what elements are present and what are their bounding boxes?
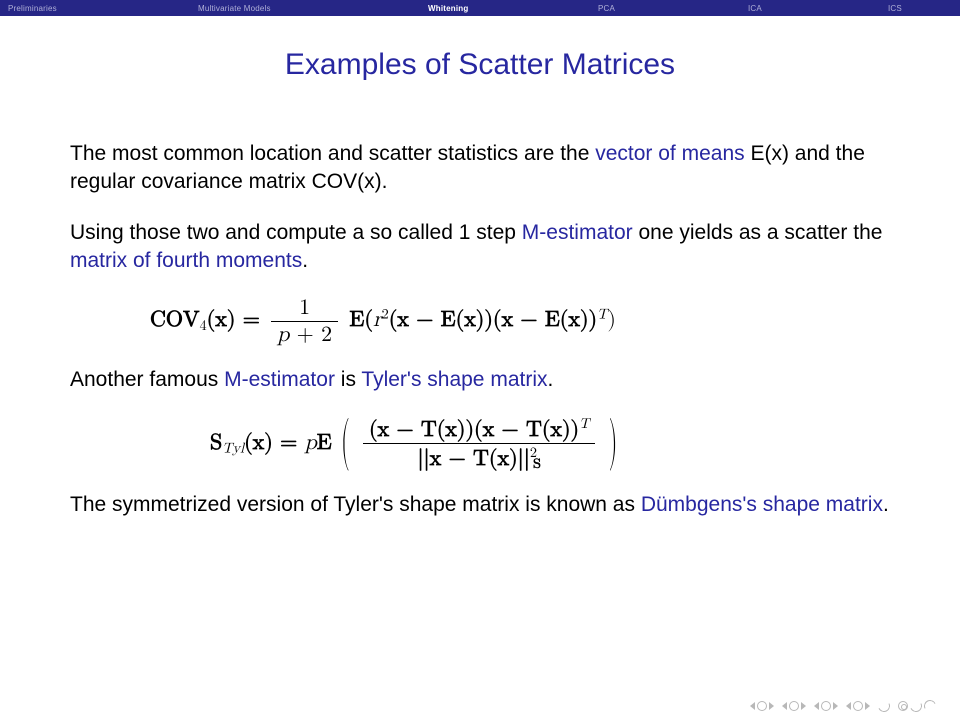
ring-icon: [853, 701, 863, 711]
paragraph-4: The symmetrized version of Tyler's shape…: [70, 491, 890, 519]
ring-icon: [821, 701, 831, 711]
eq-numerator: (x − T(x))(x − T(x))T: [363, 417, 595, 444]
triangle-left-icon: [846, 702, 851, 710]
beamer-footer-nav: [750, 700, 936, 712]
tab-whitening[interactable]: Whitening: [418, 4, 588, 13]
text: Another famous: [70, 368, 224, 391]
eq-text: 4: [200, 318, 207, 333]
tab-ics[interactable]: ICS: [878, 4, 960, 13]
slide-body: The most common location and scatter sta…: [70, 140, 890, 542]
triangle-right-icon: [865, 702, 870, 710]
text: The most common location and scatter sta…: [70, 142, 595, 165]
paragraph-1: The most common location and scatter sta…: [70, 140, 890, 197]
eq-fraction: (x − T(x))(x − T(x))T ||x − T(x)||2S: [363, 417, 595, 472]
eq-text: S: [533, 456, 541, 471]
eq-text: E(: [349, 310, 373, 332]
eq-text: r: [373, 310, 382, 332]
nav-group-4[interactable]: [846, 701, 870, 711]
triangle-right-icon: [801, 702, 806, 710]
nav-tabs: Preliminaries Multivariate Models Whiten…: [0, 0, 960, 16]
triangle-left-icon: [814, 702, 819, 710]
text: is: [335, 368, 361, 391]
term-m-estimator-2: M-estimator: [224, 368, 335, 391]
triangle-right-icon: [833, 702, 838, 710]
ring-icon: [789, 701, 799, 711]
eq-text: (x − E(x))(x − E(x)): [389, 310, 597, 332]
tab-preliminaries[interactable]: Preliminaries: [0, 4, 188, 13]
eq-text: + 2: [289, 324, 332, 346]
text: .: [883, 493, 889, 516]
eq-text: (x − T(x))(x − T(x)): [369, 419, 579, 441]
arc-icon: [876, 698, 891, 713]
eq-text: T: [579, 416, 589, 431]
eq-numerator: 1: [271, 297, 338, 322]
eq-text: p: [277, 324, 289, 346]
equation-tyler: STyl(x) = pE ( (x − T(x))(x − T(x))T ||x…: [210, 417, 890, 472]
paragraph-2: Using those two and compute a so called …: [70, 219, 890, 276]
term-fourth-moments: matrix of fourth moments: [70, 249, 302, 272]
eq-text: 2: [382, 307, 389, 322]
nav-group-1[interactable]: [750, 701, 774, 711]
term-vector-of-means: vector of means: [595, 142, 744, 165]
term-tyler-shape: Tyler's shape matrix: [361, 368, 547, 391]
eq-text: E: [317, 432, 332, 454]
arc-icon: [908, 698, 923, 713]
text: The symmetrized version of Tyler's shape…: [70, 493, 641, 516]
tab-multivariate-models[interactable]: Multivariate Models: [188, 4, 418, 13]
triangle-right-icon: [769, 702, 774, 710]
nav-group-2[interactable]: [782, 701, 806, 711]
text: .: [302, 249, 308, 272]
term-m-estimator: M-estimator: [522, 221, 633, 244]
triangle-left-icon: [750, 702, 755, 710]
eq-denominator: ||x − T(x)||2S: [363, 444, 595, 472]
eq-text: COV: [150, 310, 200, 332]
eq-text: (x) =: [207, 310, 267, 332]
slide-title: Examples of Scatter Matrices: [0, 48, 960, 82]
text: Using those two and compute a so called …: [70, 221, 522, 244]
term-dumbgens: Dümbgens's shape matrix: [641, 493, 883, 516]
eq-text: p: [305, 432, 317, 454]
eq-denominator: p + 2: [271, 322, 338, 346]
eq-text: T: [597, 307, 607, 322]
nav-group-3[interactable]: [814, 701, 838, 711]
text: .: [548, 368, 554, 391]
target-icon: [898, 701, 908, 711]
nav-group-5[interactable]: [878, 700, 890, 712]
tab-pca[interactable]: PCA: [588, 4, 738, 13]
arc-icon: [922, 698, 937, 713]
eq-text: ||x − T(x)||: [417, 447, 529, 469]
tab-ica[interactable]: ICA: [738, 4, 878, 13]
paragraph-3: Another famous M-estimator is Tyler's sh…: [70, 366, 890, 394]
eq-fraction: 1 p + 2: [271, 297, 338, 346]
eq-text: (x) =: [244, 432, 304, 454]
eq-text: Tyl: [222, 440, 244, 455]
ring-icon: [757, 701, 767, 711]
equation-cov4: COV4(x) = 1 p + 2 E(r2(x − E(x))(x − E(x…: [150, 297, 890, 346]
eq-text: S: [210, 432, 222, 454]
nav-group-6[interactable]: [898, 700, 936, 712]
text: one yields as a scatter the: [633, 221, 883, 244]
eq-text: ): [607, 310, 616, 332]
triangle-left-icon: [782, 702, 787, 710]
